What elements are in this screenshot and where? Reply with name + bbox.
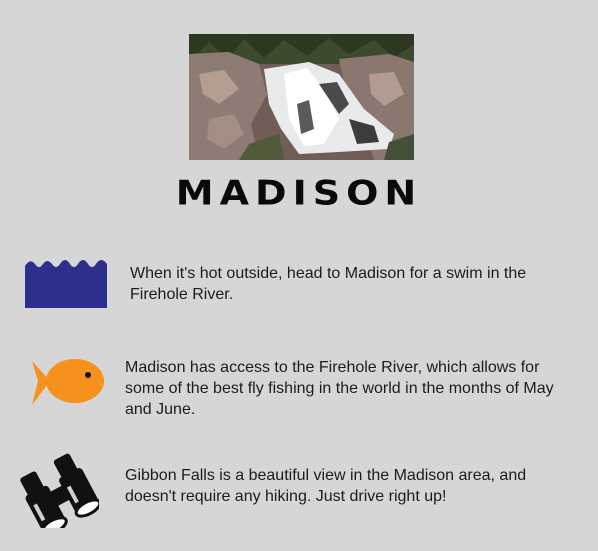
binoculars-icon — [17, 452, 102, 536]
waterfall-photo — [189, 34, 414, 160]
water-waves-icon — [25, 256, 107, 308]
madison-page: MADISON When it's hot outside, head to M… — [0, 0, 598, 551]
falls-description: Gibbon Falls is a beautiful view in the … — [125, 467, 527, 505]
fishing-description: Madison has access to the Firehole River… — [125, 359, 554, 418]
fish-icon — [30, 353, 106, 409]
swim-description: When it's hot outside, head to Madison f… — [130, 265, 527, 303]
waterfall-image — [189, 34, 414, 160]
page-title: MADISON — [175, 173, 423, 213]
